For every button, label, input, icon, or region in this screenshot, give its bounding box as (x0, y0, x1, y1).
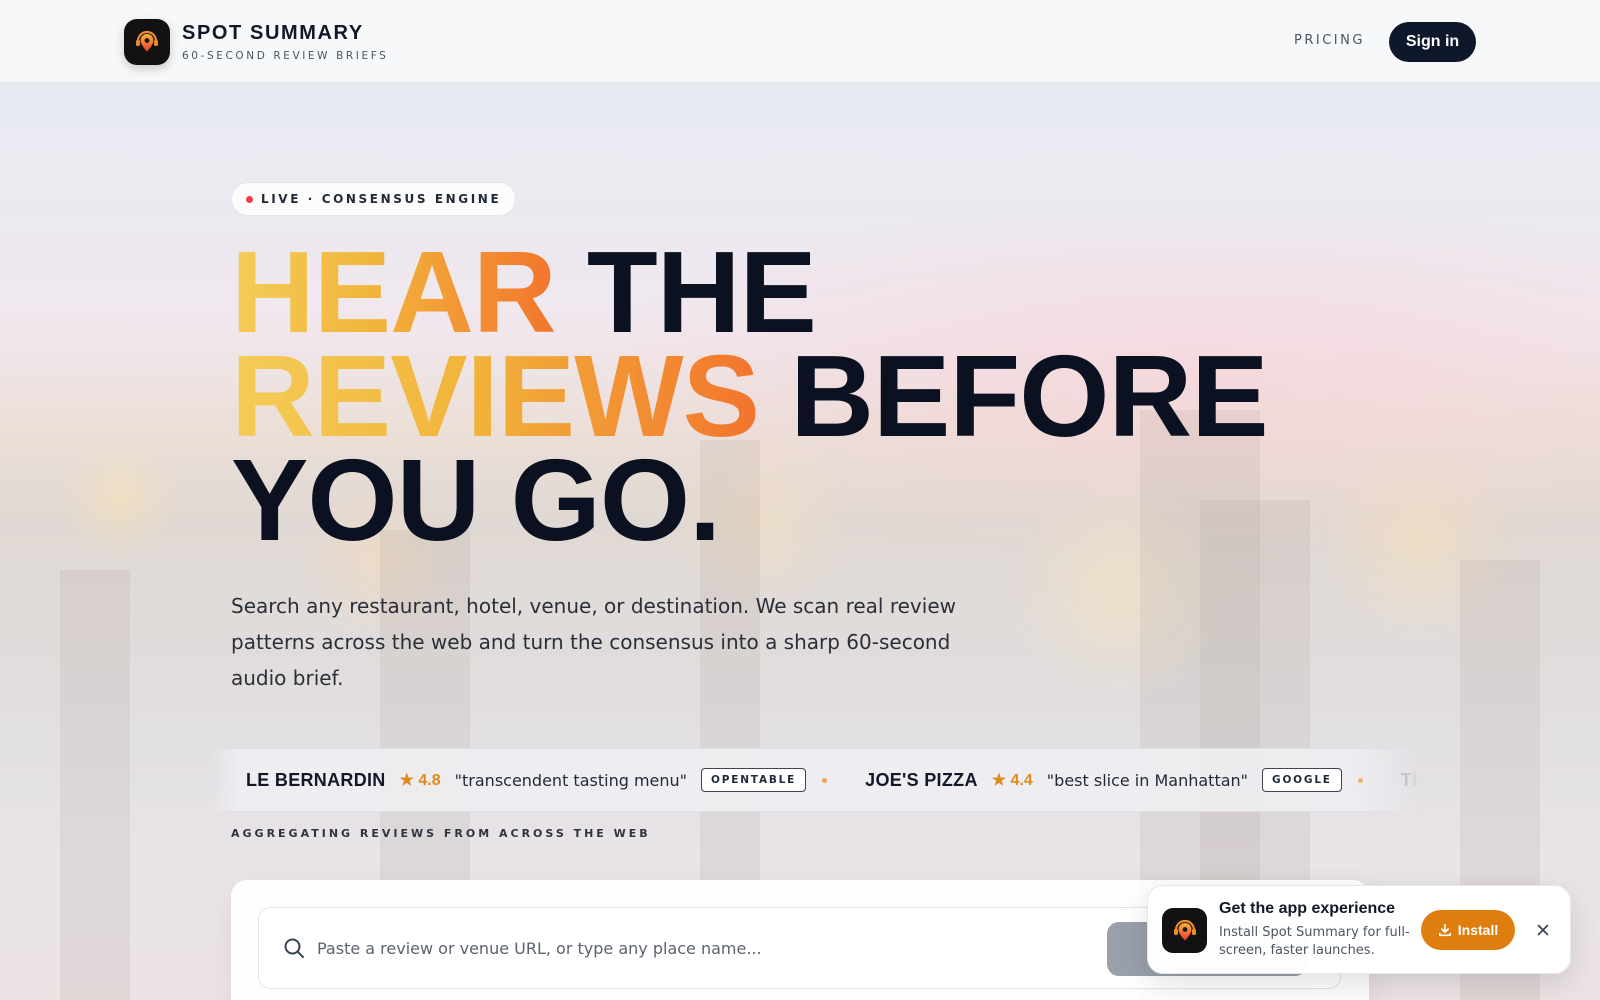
top-header: SPOT SUMMARY 60-SECOND REVIEW BRIEFS PRI… (0, 0, 1600, 83)
toast-app-logo (1162, 908, 1207, 953)
install-button-label: Install (1457, 922, 1499, 938)
search-input[interactable] (317, 930, 1137, 966)
download-icon (1438, 923, 1451, 937)
hero-subtitle: Search any restaurant, hotel, venue, or … (231, 594, 956, 690)
live-dot-icon (246, 195, 253, 203)
ticker-quote: "best slice in Manhattan" (1046, 770, 1249, 790)
live-badge: LIVE · CONSENSUS ENGINE (231, 182, 517, 216)
ticker-source-badge: GOOGLE (1262, 768, 1342, 792)
ticker-venue-name: LE BERNARDIN (246, 769, 386, 790)
sign-in-button[interactable]: Sign in (1389, 22, 1476, 62)
close-icon (1537, 924, 1549, 936)
ticker-item: THE N (1401, 770, 1420, 791)
star-icon: ★ (399, 772, 414, 789)
install-button[interactable]: Install (1421, 910, 1515, 950)
map-pin-headphones-icon (136, 30, 158, 52)
search-icon (284, 938, 304, 958)
toast-close-button[interactable] (1529, 916, 1557, 944)
map-pin-headphones-icon (1173, 919, 1196, 940)
ticker-separator (822, 777, 828, 783)
headline-line-3: YOU GO. (231, 435, 721, 565)
live-badge-label: LIVE · CONSENSUS ENGINE (261, 192, 502, 206)
toast-title: Get the app experience (1219, 900, 1396, 917)
ticker-item: JOE'S PIZZA ★ 4.4 "best slice in Manhatt… (865, 768, 1401, 792)
toast-description: Install Spot Summary for full-screen, fa… (1219, 925, 1410, 958)
ticker-rating: ★ 4.8 (399, 772, 441, 789)
ticker-venue-name: THE N (1400, 769, 1420, 790)
app-logo[interactable] (124, 19, 170, 65)
review-ticker: LE BERNARDIN ★ 4.8 "transcendent tasting… (210, 748, 1420, 812)
ticker-item: LE BERNARDIN ★ 4.8 "transcendent tasting… (246, 768, 865, 792)
install-app-toast: Get the app experience Install Spot Summ… (1147, 885, 1571, 974)
star-icon: ★ (991, 772, 1007, 789)
hero-headline: HEAR THE REVIEWS BEFORE YOU GO. (231, 234, 1269, 558)
headline-rest-2: BEFORE (790, 331, 1268, 461)
ticker-separator (1357, 777, 1363, 783)
ticker-rating: ★ 4.4 (991, 772, 1033, 789)
ticker-source-badge: OPENTABLE (701, 768, 807, 792)
ticker-quote: "transcendent tasting menu" (454, 770, 688, 790)
nav-pricing-link[interactable]: PRICING (1294, 33, 1365, 48)
aggregating-caption: AGGREGATING REVIEWS FROM ACROSS THE WEB (231, 827, 651, 840)
brand-tagline: 60-SECOND REVIEW BRIEFS (182, 50, 389, 62)
ticker-venue-name: JOE'S PIZZA (865, 769, 978, 790)
brand-name: SPOT SUMMARY (182, 22, 364, 44)
